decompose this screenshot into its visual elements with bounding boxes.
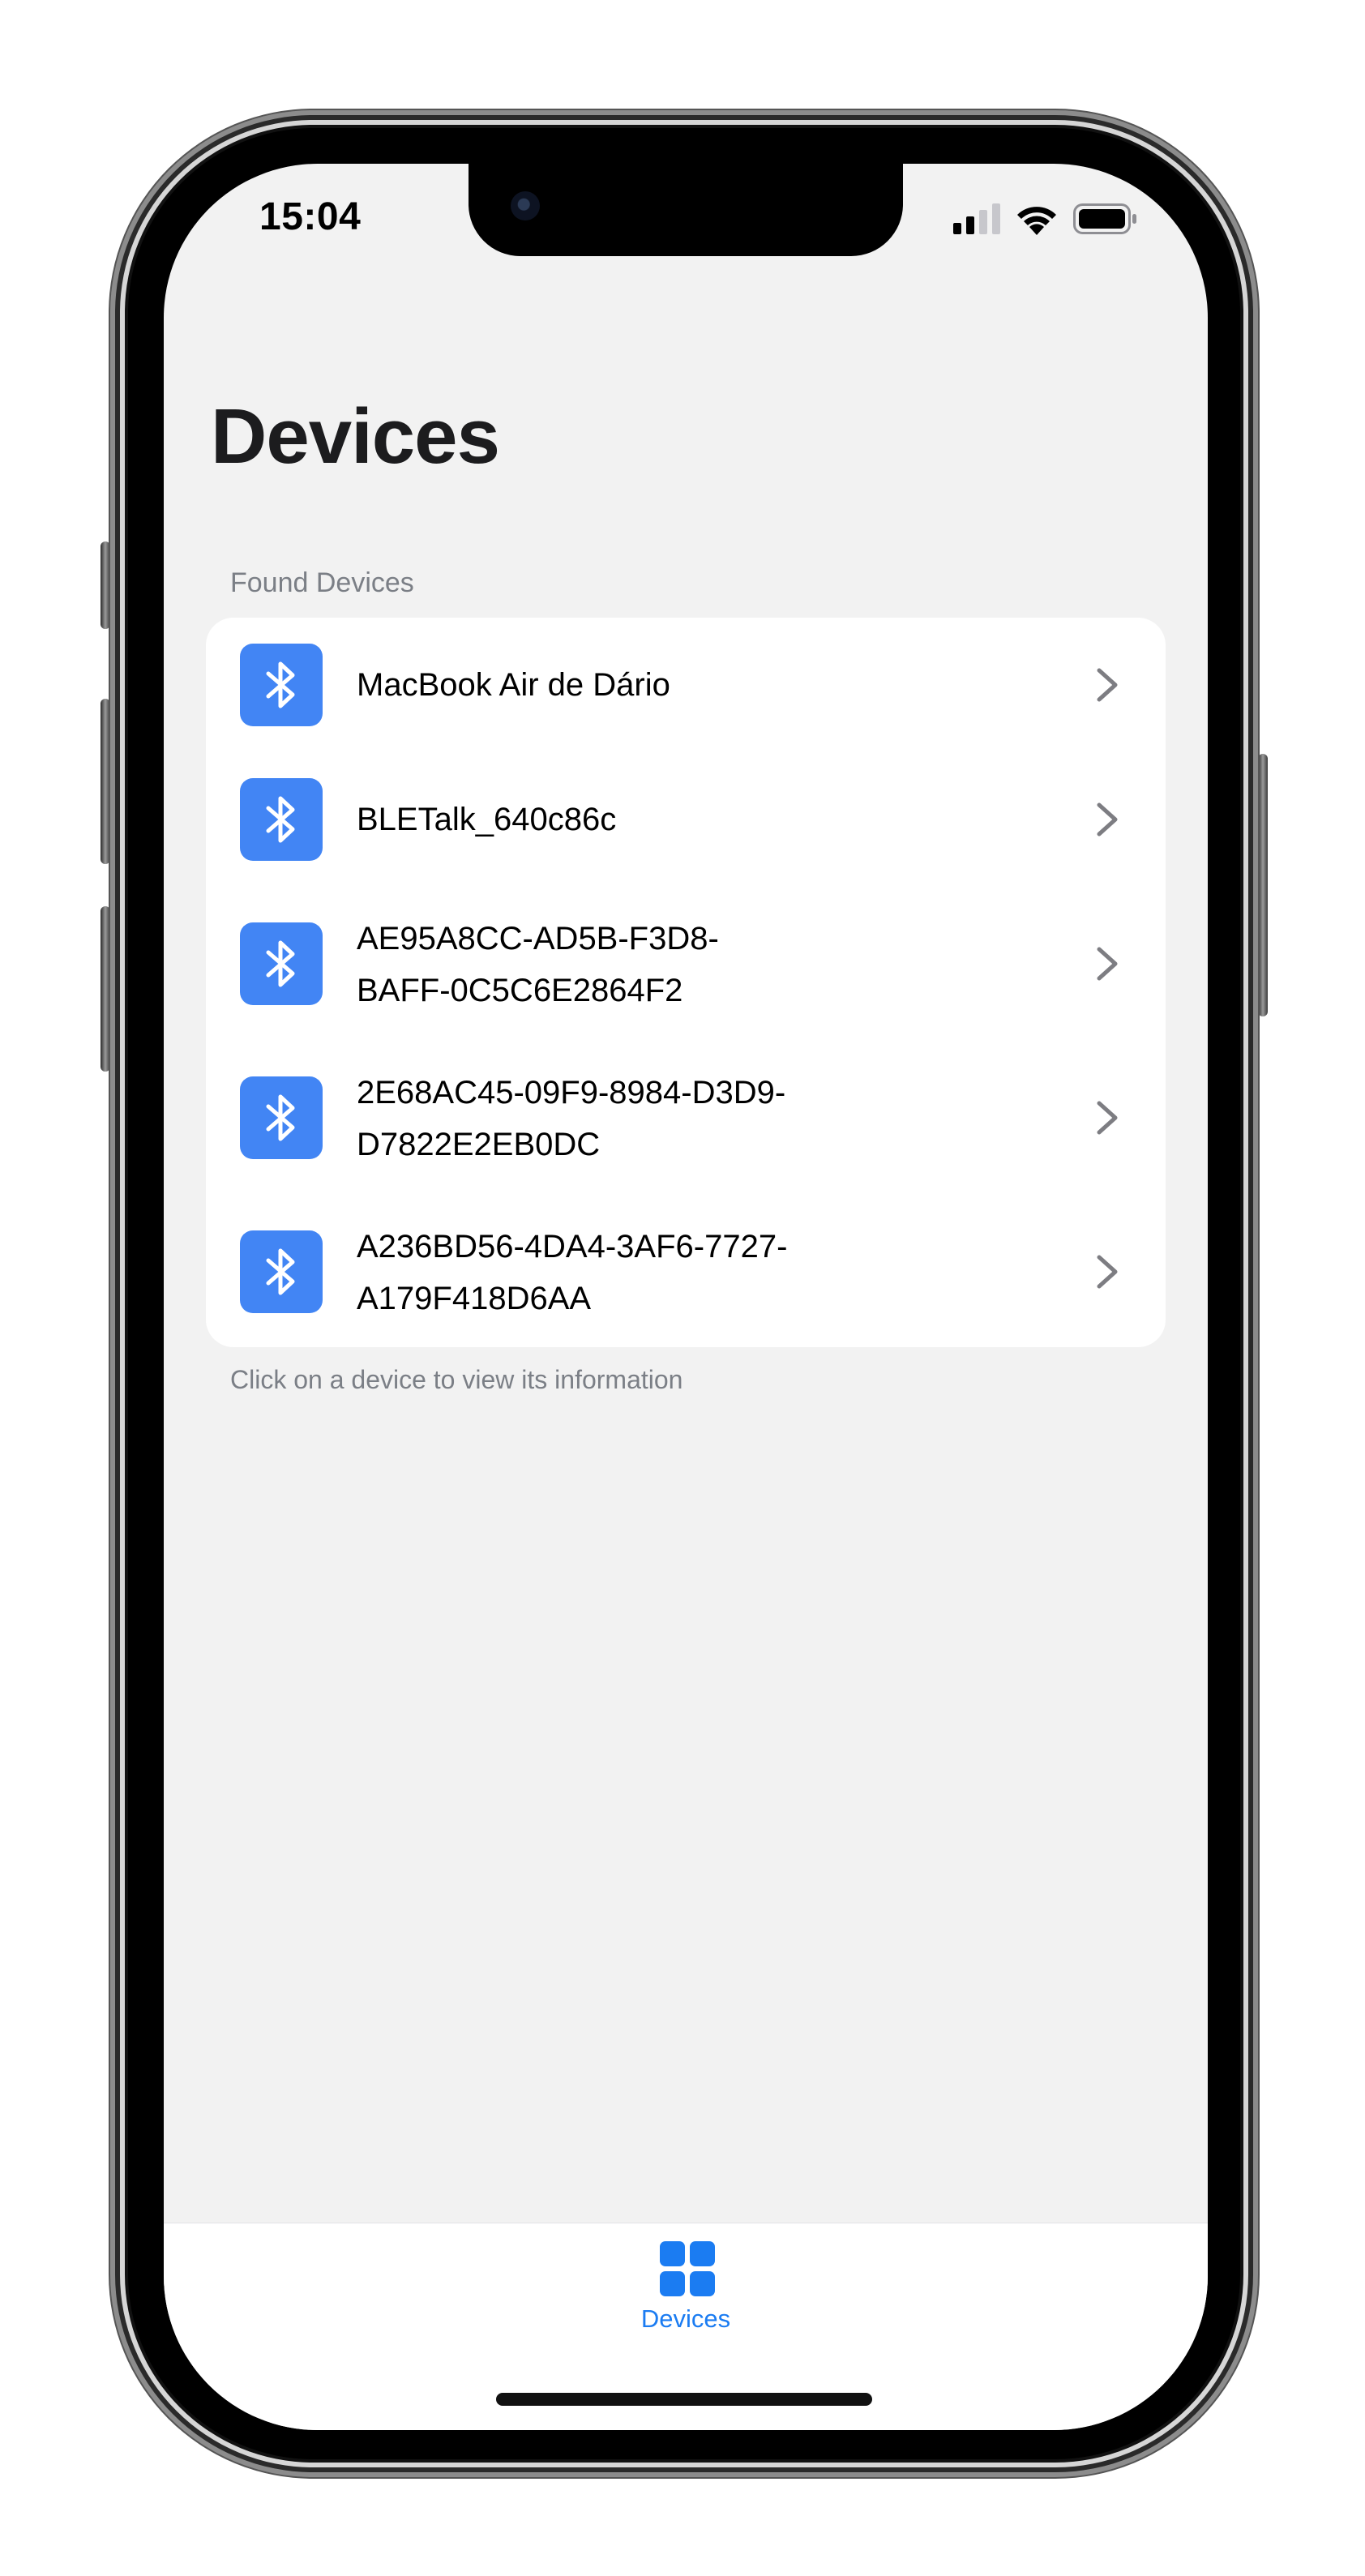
device-row[interactable]: 2E68AC45-09F9-8984-D3D9- D7822E2EB0DC <box>206 1041 1166 1195</box>
device-list: MacBook Air de Dário BLETalk_640c86c AE9… <box>206 618 1166 1347</box>
status-time: 15:04 <box>259 195 362 238</box>
page-title: Devices <box>211 393 500 480</box>
battery-icon <box>1073 203 1138 234</box>
silent-switch <box>101 541 110 629</box>
section-footer: Click on a device to view its informatio… <box>230 1365 683 1394</box>
bluetooth-icon <box>240 778 323 861</box>
front-camera <box>511 191 540 220</box>
wifi-icon <box>1015 203 1059 235</box>
home-indicator[interactable] <box>496 2393 872 2406</box>
device-name: AE95A8CC-AD5B-F3D8- BAFF-0C5C6E2864F2 <box>357 921 719 1008</box>
cellular-signal-icon <box>953 203 1000 234</box>
device-row[interactable]: MacBook Air de Dário <box>206 618 1166 752</box>
screen: 15:04 Devices Found Devices MacBook Air … <box>164 164 1208 2430</box>
volume-down-button <box>101 906 110 1072</box>
tab-label: Devices <box>640 2304 731 2333</box>
bluetooth-icon <box>240 1230 323 1313</box>
chevron-right-icon <box>1097 802 1118 837</box>
bluetooth-icon <box>240 1076 323 1159</box>
device-name: 2E68AC45-09F9-8984-D3D9- D7822E2EB0DC <box>357 1075 786 1162</box>
tab-devices[interactable]: Devices <box>618 2241 754 2339</box>
device-row[interactable]: BLETalk_640c86c <box>206 752 1166 887</box>
device-name: MacBook Air de Dário <box>357 667 670 703</box>
power-button <box>1258 754 1268 1016</box>
device-name: A236BD56-4DA4-3AF6-7727- A179F418D6AA <box>357 1229 788 1316</box>
section-header: Found Devices <box>230 567 414 598</box>
chevron-right-icon <box>1097 1255 1118 1289</box>
bluetooth-icon <box>240 644 323 726</box>
chevron-right-icon <box>1097 1101 1118 1135</box>
grid-icon <box>660 2241 715 2296</box>
device-row[interactable]: AE95A8CC-AD5B-F3D8- BAFF-0C5C6E2864F2 <box>206 887 1166 1041</box>
chevron-right-icon <box>1097 668 1118 702</box>
status-icons <box>953 203 1138 235</box>
bluetooth-icon <box>240 922 323 1005</box>
chevron-right-icon <box>1097 947 1118 981</box>
device-name: BLETalk_640c86c <box>357 802 617 837</box>
volume-up-button <box>101 699 110 864</box>
device-row[interactable]: A236BD56-4DA4-3AF6-7727- A179F418D6AA <box>206 1195 1166 1347</box>
